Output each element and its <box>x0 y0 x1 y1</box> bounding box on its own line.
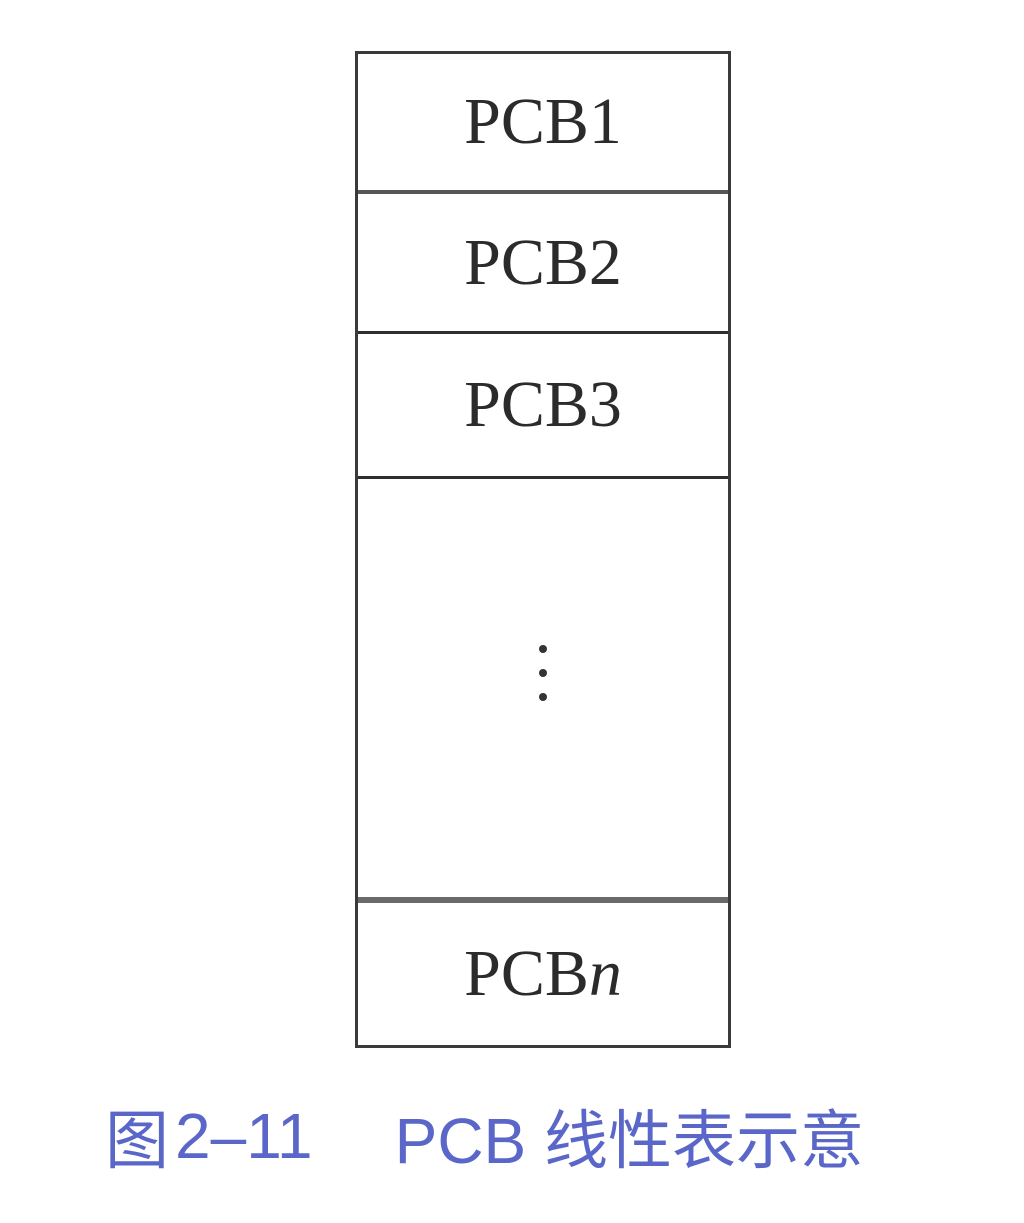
pcb-cell-2: PCB2 <box>358 194 728 334</box>
figure-caption-label: 图 <box>105 1105 169 1177</box>
pcb-linear-table: PCB1 PCB2 PCB3 PCB n <box>355 51 731 1048</box>
pcb-cell-n-index: n <box>588 937 622 1010</box>
ellipsis-dot <box>539 669 547 677</box>
ellipsis-dot <box>539 693 547 701</box>
figure-caption: 图 2–11 PCB 线性表示意 <box>105 1100 864 1177</box>
pcb-cell-3: PCB3 <box>358 334 728 479</box>
vertical-ellipsis-icon <box>539 645 547 701</box>
pcb-cell-n-prefix: PCB <box>464 937 589 1010</box>
pcb-cell-3-label: PCB3 <box>464 368 622 441</box>
pcb-cell-1: PCB1 <box>358 54 728 194</box>
ellipsis-cell <box>358 479 728 903</box>
pcb-cell-n: PCB n <box>358 903 728 1045</box>
pcb-cell-2-label: PCB2 <box>464 225 622 299</box>
figure-caption-number: 2–11 <box>175 1100 313 1172</box>
pcb-cell-1-label: PCB1 <box>464 85 622 158</box>
figure-caption-text: PCB 线性表示意 <box>394 1105 864 1177</box>
ellipsis-dot <box>539 645 547 653</box>
